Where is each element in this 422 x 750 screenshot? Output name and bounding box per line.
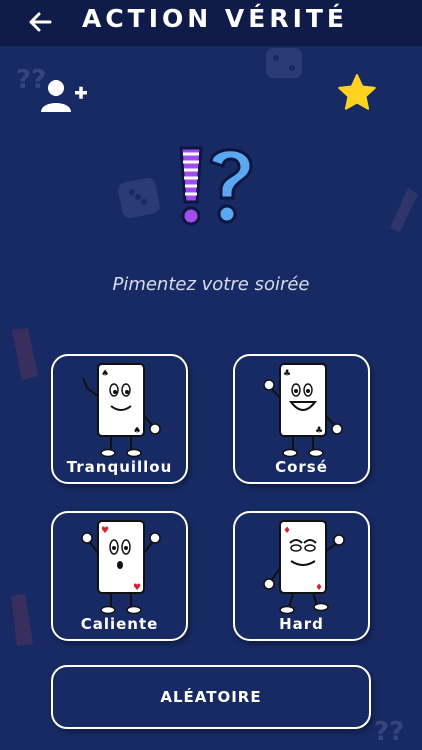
- tagline: Pimentez votre soirée: [112, 274, 310, 295]
- surprised-card-character-icon: ♥ ♥: [81, 520, 161, 615]
- mode-label: Hard: [279, 615, 324, 633]
- svg-text:♥: ♥: [101, 526, 109, 536]
- mode-card-tranquillou[interactable]: ♠ ♠ Tranquillou: [51, 354, 188, 484]
- svg-text:♣: ♣: [283, 369, 291, 379]
- app-logo: [171, 140, 261, 230]
- svg-text:♠: ♠: [133, 426, 141, 436]
- svg-text:♠: ♠: [101, 369, 109, 379]
- svg-text:♦: ♦: [315, 583, 323, 593]
- relaxed-card-character-icon: ♠ ♠: [82, 363, 161, 458]
- favorite-button[interactable]: [336, 72, 378, 114]
- decorative-bottle-icon: [11, 594, 33, 646]
- decorative-dice-icon: [266, 48, 302, 78]
- mode-label: Tranquillou: [66, 458, 173, 476]
- mode-card-corse[interactable]: ♣ ♣ Corsé: [233, 354, 370, 484]
- page-title: ACTION VÉRITÉ: [81, 4, 349, 33]
- svg-text:♣: ♣: [315, 426, 323, 436]
- person-add-icon: [41, 80, 87, 112]
- svg-text:♥: ♥: [133, 583, 141, 593]
- mode-card-caliente[interactable]: ♥ ♥ Caliente: [51, 511, 188, 641]
- mode-label: Caliente: [80, 615, 159, 633]
- mode-card-hard[interactable]: ♦ ♦ Hard: [233, 511, 370, 641]
- decorative-question-marks-icon: ??: [374, 717, 404, 747]
- random-mode-button[interactable]: ALÉATOIRE: [51, 665, 371, 729]
- svg-text:??: ??: [374, 717, 404, 747]
- star-icon: [338, 74, 376, 110]
- mischievous-card-character-icon: ♦ ♦: [263, 520, 345, 615]
- app-header: ACTION VÉRITÉ: [0, 0, 422, 46]
- smiling-card-character-icon: ♣ ♣: [263, 363, 343, 458]
- decorative-bottle-icon: [12, 328, 38, 380]
- decorative-bottle-icon: [390, 188, 418, 232]
- mode-label: Corsé: [275, 458, 328, 476]
- add-player-button[interactable]: [40, 78, 90, 114]
- exclamation-question-logo-icon: [179, 146, 253, 226]
- svg-text:♦: ♦: [283, 526, 291, 536]
- random-mode-label: ALÉATOIRE: [160, 688, 262, 706]
- decorative-dice-icon: [118, 177, 160, 219]
